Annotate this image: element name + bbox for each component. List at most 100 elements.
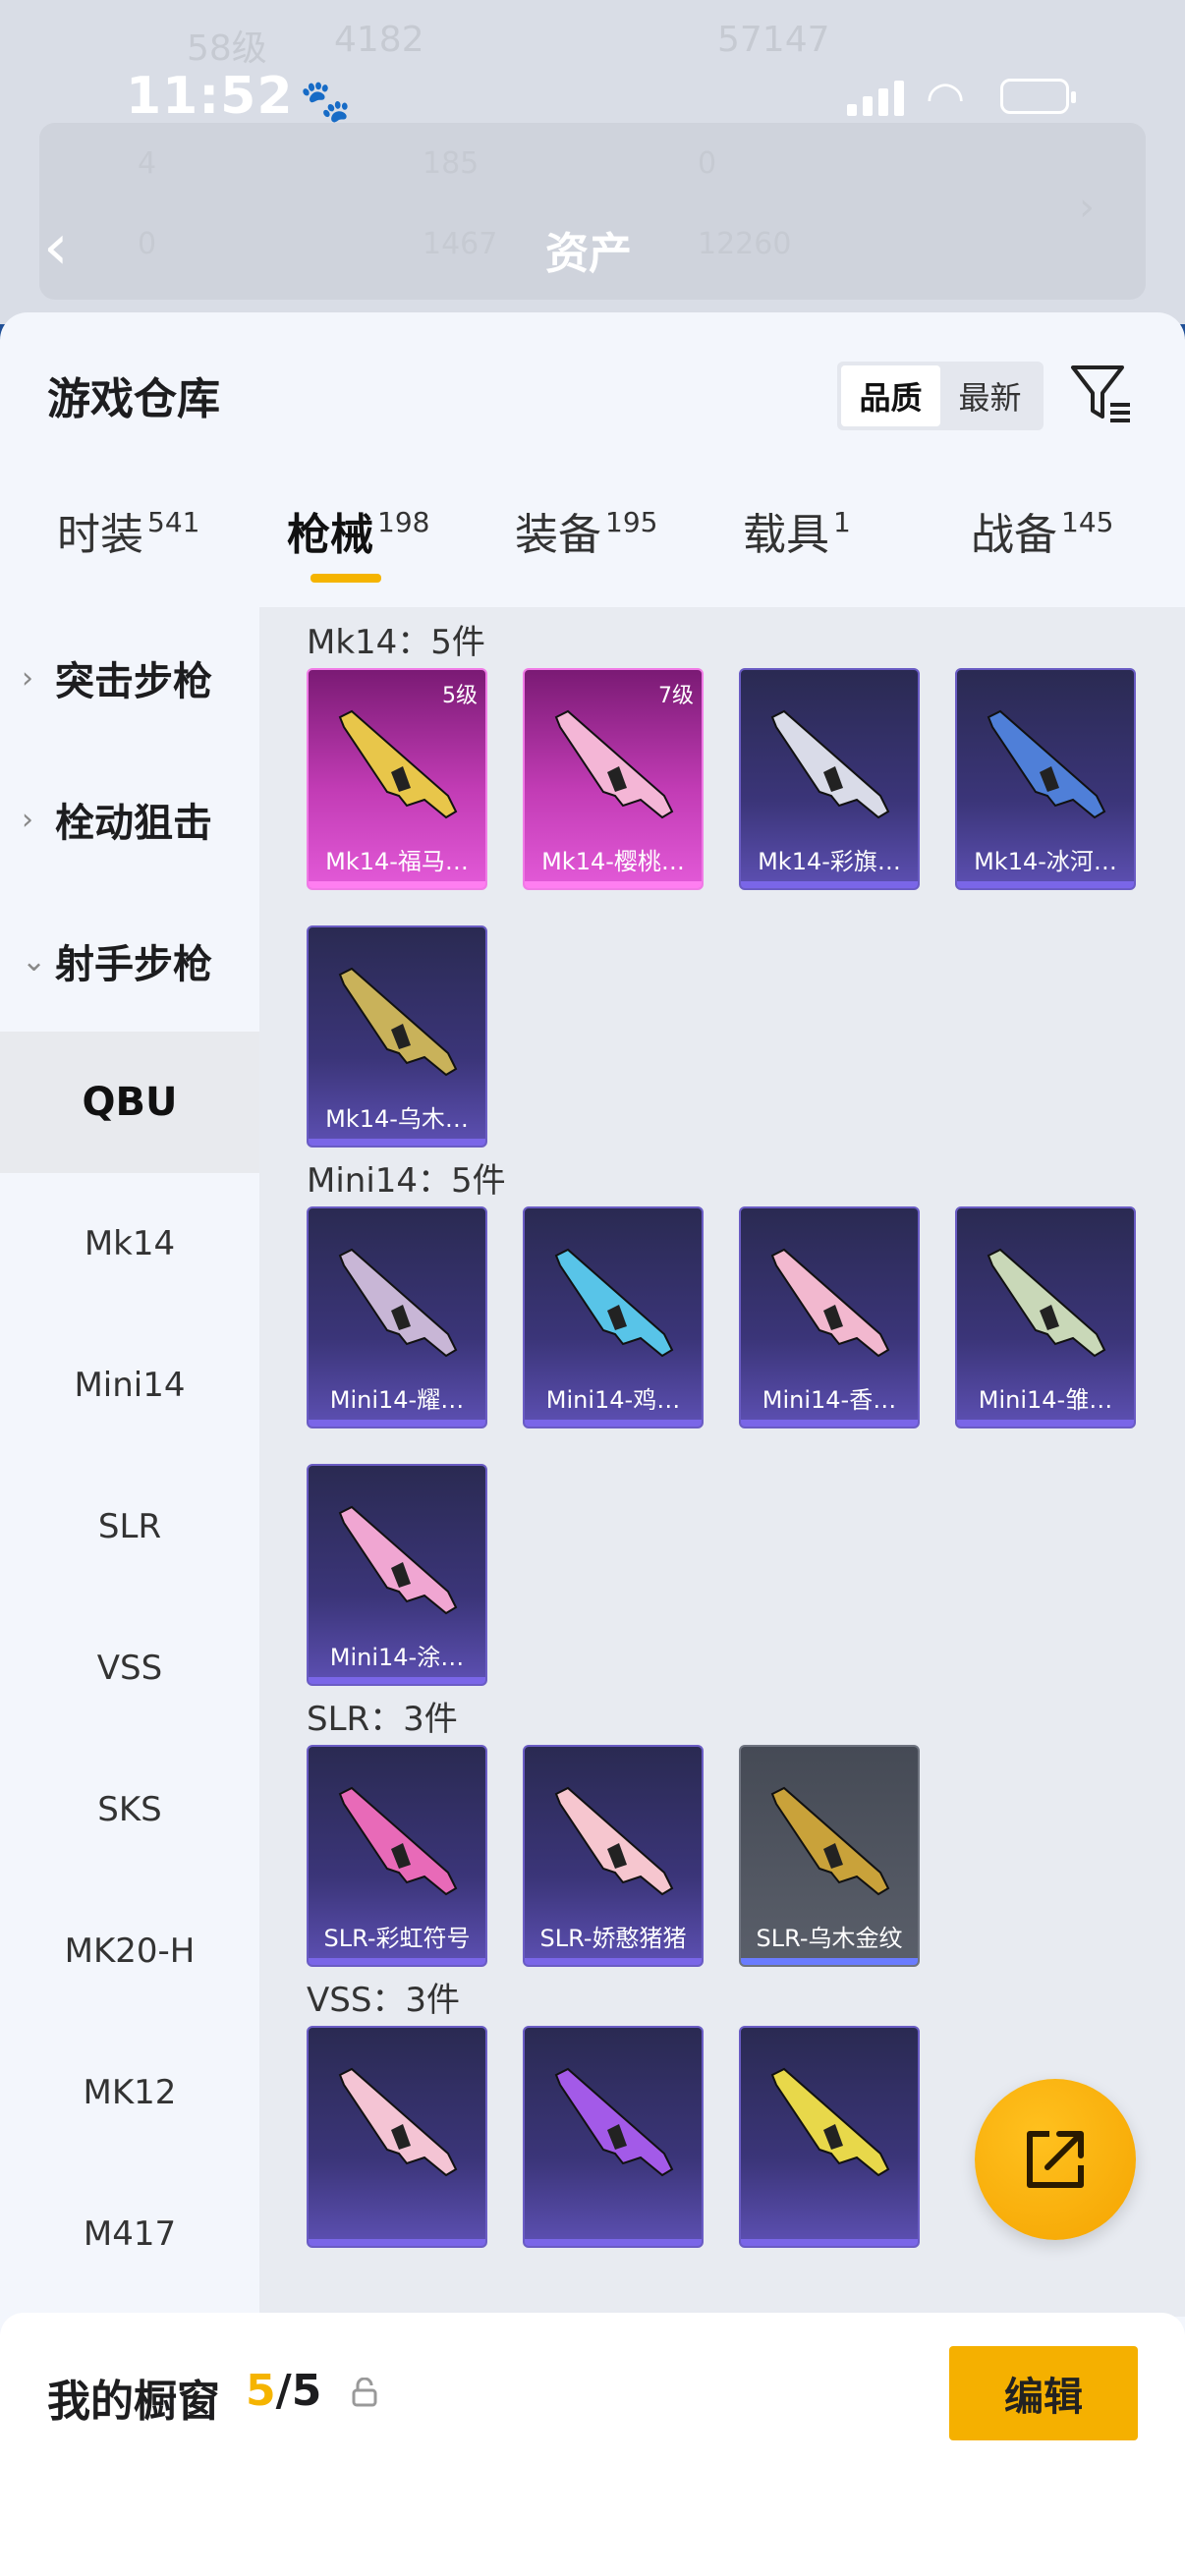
subcategory-mk12[interactable]: MK12	[0, 2022, 259, 2163]
rarity-bar	[525, 1420, 702, 1427]
group-title: SLR：3件	[307, 1700, 458, 1739]
rifle-icon	[770, 1786, 890, 1896]
category-bolt-sniper[interactable]: › 栓动狙击	[0, 749, 259, 890]
signal-icon	[847, 79, 906, 116]
back-arrow-icon[interactable]: ‹	[43, 211, 69, 284]
rifle-icon	[338, 1786, 458, 1896]
rifle-icon	[770, 1248, 890, 1358]
bg-stat-b: 57147	[717, 20, 830, 60]
tab-supplies[interactable]: 战备 145	[971, 499, 1113, 588]
rarity-bar	[741, 2239, 918, 2246]
tab-active-indicator	[310, 574, 381, 583]
tab-fashion[interactable]: 时装 541	[57, 499, 199, 588]
item-card[interactable]: 5级 Mk14-福马…	[307, 668, 487, 890]
rarity-bar	[525, 2239, 702, 2246]
rarity-bar	[309, 2239, 485, 2246]
battery-icon	[1000, 79, 1076, 114]
item-card[interactable]: 7级 Mk14-樱桃…	[523, 668, 704, 890]
tab-equipment[interactable]: 装备 195	[515, 499, 657, 588]
item-name: Mk14-彩旗…	[758, 848, 901, 875]
item-card[interactable]: Mini14-雏…	[955, 1206, 1136, 1428]
tab-weapons[interactable]: 枪械 198	[287, 499, 429, 588]
showcase-bar: 我的橱窗 5/5 编辑	[0, 2313, 1185, 2576]
item-card[interactable]: Mini14-涂…	[307, 1464, 487, 1686]
subcategory-mini14[interactable]: Mini14	[0, 1315, 259, 1456]
rarity-bar	[309, 1139, 485, 1146]
sort-latest-button[interactable]: 最新	[940, 365, 1040, 426]
sort-quality-button[interactable]: 品质	[841, 365, 940, 426]
share-button[interactable]	[975, 2079, 1136, 2240]
item-card[interactable]: SLR-娇憨猪猪	[523, 1745, 704, 1967]
chevron-right-icon: ›	[22, 660, 33, 696]
item-name: Mini14-鸡…	[545, 1386, 681, 1414]
showcase-count: 5/5	[246, 2366, 322, 2416]
rarity-bar	[309, 1677, 485, 1684]
warehouse-sheet: 游戏仓库 品质 最新 时装 541 枪械 198 装备 195 载具 1 战备 145 ›…	[0, 312, 1185, 2576]
item-card[interactable]: Mk14-乌木…	[307, 925, 487, 1148]
rifle-icon	[554, 709, 674, 819]
rifle-icon	[770, 2067, 890, 2177]
rifle-icon	[338, 2067, 458, 2177]
item-card[interactable]: SLR-彩虹符号	[307, 1745, 487, 1967]
subcategory-mk20h[interactable]: MK20-H	[0, 1880, 259, 2022]
item-card[interactable]: Mk14-彩旗…	[739, 668, 920, 890]
item-level: 7级	[658, 684, 694, 708]
rarity-bar	[957, 1420, 1134, 1427]
group-title: Mini14：5件	[307, 1161, 506, 1201]
rifle-icon	[770, 709, 890, 819]
rarity-bar	[957, 881, 1134, 888]
item-name: Mk14-樱桃…	[541, 848, 685, 875]
item-card[interactable]: Mini14-耀…	[307, 1206, 487, 1428]
background-header: 58级 4182 57147 4 185 0 0 1467 12260 ‹ 资产…	[0, 0, 1185, 324]
subcategory-sks[interactable]: SKS	[0, 1739, 259, 1880]
group-title: VSS：3件	[307, 1981, 461, 2020]
subcategory-m417[interactable]: M417	[0, 2163, 259, 2305]
tab-vehicles[interactable]: 载具 1	[743, 499, 851, 588]
item-card[interactable]	[307, 2026, 487, 2248]
rifle-icon	[987, 709, 1106, 819]
item-card[interactable]	[523, 2026, 704, 2248]
item-name: SLR-乌木金纹	[756, 1925, 903, 1952]
subcategory-qbu[interactable]: QBU	[0, 1032, 259, 1173]
item-card[interactable]	[739, 2026, 920, 2248]
lock-icon	[352, 2378, 377, 2407]
rifle-icon	[338, 967, 458, 1077]
category-menu: › 突击步枪 › 栓动狙击 ⌄ 射手步枪 QBU Mk14 Mini14 SLR…	[0, 607, 259, 2576]
item-name: Mini14-雏…	[978, 1386, 1113, 1414]
item-card[interactable]: SLR-乌木金纹	[739, 1745, 920, 1967]
subcategory-vss[interactable]: VSS	[0, 1597, 259, 1739]
rarity-bar	[525, 881, 702, 888]
subcategory-mk14[interactable]: Mk14	[0, 1173, 259, 1315]
rarity-bar	[525, 1958, 702, 1965]
item-name: SLR-娇憨猪猪	[539, 1925, 687, 1952]
item-card[interactable]: Mk14-冰河…	[955, 668, 1136, 890]
rarity-bar	[741, 1958, 918, 1965]
item-card[interactable]: Mini14-香…	[739, 1206, 920, 1428]
status-bar: 11:52 🐾 ◠	[0, 59, 1185, 138]
edit-button[interactable]: 编辑	[949, 2346, 1138, 2440]
subcategory-slr[interactable]: SLR	[0, 1456, 259, 1597]
chevron-right-icon[interactable]: ›	[1079, 185, 1095, 230]
showcase-label: 我的橱窗	[47, 2377, 220, 2427]
item-card[interactable]: Mini14-鸡…	[523, 1206, 704, 1428]
paw-icon: 🐾	[300, 77, 352, 125]
category-marksman-rifle[interactable]: ⌄ 射手步枪	[0, 890, 259, 1032]
rarity-bar	[309, 881, 485, 888]
rifle-icon	[554, 1786, 674, 1896]
filter-icon[interactable]	[1069, 360, 1134, 424]
item-name: Mini14-香…	[762, 1386, 897, 1414]
rifle-icon	[338, 1248, 458, 1358]
item-name: SLR-彩虹符号	[323, 1925, 471, 1952]
sheet-title: 游戏仓库	[47, 374, 220, 424]
chevron-right-icon: ›	[22, 802, 33, 837]
rifle-icon	[554, 1248, 674, 1358]
share-icon	[1027, 2131, 1084, 2188]
status-time: 11:52	[126, 67, 294, 126]
rifle-icon	[338, 709, 458, 819]
sort-toggle: 品质 最新	[837, 362, 1044, 430]
rifle-icon	[987, 1248, 1106, 1358]
rifle-icon	[554, 2067, 674, 2177]
item-grid: Mk14：5件 5级 Mk14-福马… 7级 Mk14-樱桃… Mk14-彩旗… Mk14-…	[259, 607, 1185, 2317]
category-assault-rifle[interactable]: › 突击步枪	[0, 607, 259, 749]
rarity-bar	[741, 881, 918, 888]
